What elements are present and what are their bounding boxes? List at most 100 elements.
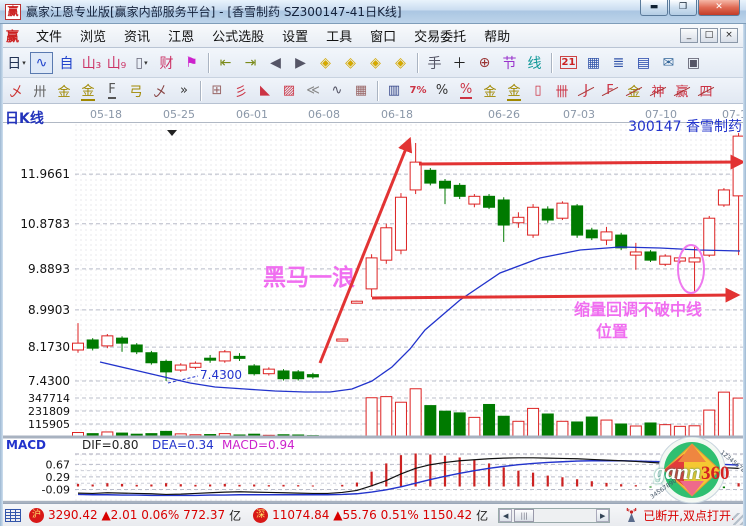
- lines-icon[interactable]: 线: [523, 52, 546, 74]
- volume-bar: [542, 414, 553, 437]
- calculator-icon[interactable]: ▦: [582, 52, 605, 74]
- seven-pct-icon[interactable]: 7%: [407, 81, 429, 100]
- candle-type-icon[interactable]: ▯▾: [130, 52, 153, 74]
- drawing-toolbar: 乄卅金金F弓乄»⊞彡◣▨≪∿▦▥7%%%金金▯卌JF金神赢四: [0, 78, 746, 104]
- price-axis-label: 7.4300: [28, 374, 70, 388]
- gold-lines-icon[interactable]: 金: [53, 81, 75, 100]
- macd-macd-value: MACD=0.94: [222, 438, 295, 452]
- percent-icon[interactable]: %: [431, 81, 453, 100]
- diamond-left-icon[interactable]: ◈: [314, 52, 337, 74]
- menu-item-交易委托[interactable]: 交易委托: [405, 28, 475, 47]
- volume-bar: [366, 398, 377, 437]
- x-axis-tick: 05-18: [90, 108, 122, 121]
- prev-stock-icon[interactable]: ◀: [264, 52, 287, 74]
- diamond-up-icon[interactable]: ◈: [339, 52, 362, 74]
- spiral-icon[interactable]: 弓: [125, 81, 147, 100]
- first-page-icon[interactable]: ⇤: [214, 52, 237, 74]
- gold-ring-icon[interactable]: 金: [479, 81, 501, 100]
- minimize-button[interactable]: ▬: [640, 0, 668, 16]
- gold-slash-icon[interactable]: 金: [623, 81, 645, 100]
- trend-window-icon[interactable]: ∿: [30, 52, 53, 74]
- volume-bar: [381, 397, 392, 437]
- crosshair-icon[interactable]: ＋: [448, 52, 471, 74]
- vol9-chart-icon[interactable]: 山₉: [105, 52, 128, 74]
- last-page-icon[interactable]: ⇥: [239, 52, 262, 74]
- gold-lines2-icon[interactable]: 金: [77, 81, 99, 100]
- volume-bar: [718, 392, 729, 437]
- status-bar: 沪 3290.42 ▲2.01 0.06% 772.37 亿 深 11074.8…: [0, 503, 746, 526]
- shen-tool-icon[interactable]: 神: [647, 81, 669, 100]
- color-flag-icon[interactable]: ⚑: [180, 52, 203, 74]
- box-tool-icon[interactable]: ⊞: [206, 81, 228, 100]
- close-button[interactable]: ✕: [698, 0, 740, 16]
- wave-red-icon[interactable]: 卌: [551, 81, 573, 100]
- macd-dea-value: DEA=0.34: [152, 438, 214, 452]
- gann-fan-icon[interactable]: 彡: [230, 81, 252, 100]
- scroll-left-icon[interactable]: ◀: [499, 509, 512, 522]
- gann-box-icon[interactable]: ▨: [278, 81, 300, 100]
- menu-item-文件[interactable]: 文件: [27, 28, 71, 47]
- angle-rays-icon[interactable]: ≪: [302, 81, 324, 100]
- kline-chart-area[interactable]: 05-1805-2506-0106-0806-1806-2607-0307-10…: [0, 104, 746, 503]
- volume-bar: [660, 425, 671, 437]
- candle: [175, 365, 186, 370]
- menu-item-设置[interactable]: 设置: [273, 28, 317, 47]
- title-bar: 赢 赢家江恩专业版[赢家内部服务平台] - [香雪制药 SZ300147-41日…: [0, 0, 746, 24]
- maximize-button[interactable]: ❒: [669, 0, 697, 16]
- percent-line-icon[interactable]: %: [455, 81, 477, 100]
- volume-bar: [395, 402, 406, 437]
- candle: [395, 197, 406, 250]
- logo-text-360: 360: [701, 463, 730, 484]
- quote-table-icon[interactable]: [5, 509, 21, 522]
- volume-bar: [645, 423, 656, 437]
- vol3-chart-icon[interactable]: 山₃: [80, 52, 103, 74]
- candle: [454, 185, 465, 196]
- scroll-thumb[interactable]: |||: [514, 509, 534, 522]
- hatchet-icon[interactable]: 乄: [5, 81, 27, 100]
- price-axis-label: 9.8893: [28, 262, 70, 276]
- next-stock-icon[interactable]: ▶: [289, 52, 312, 74]
- status-scrollbar[interactable]: ◀ ||| ▶: [498, 508, 610, 523]
- lucky-cat-icon[interactable]: 财: [155, 52, 178, 74]
- diamond-out-icon[interactable]: ◈: [389, 52, 412, 74]
- zoom-tool-icon[interactable]: ⊕: [473, 52, 496, 74]
- mdi-close-icon[interactable]: ×: [720, 28, 738, 43]
- f-lines-icon[interactable]: F: [101, 81, 123, 100]
- candle: [513, 217, 524, 222]
- f-line-icon[interactable]: F: [599, 81, 621, 100]
- more-chevron-icon[interactable]: »: [173, 81, 195, 100]
- mdi-restore-icon[interactable]: □: [700, 28, 718, 43]
- hatchet2-icon[interactable]: 乄: [149, 81, 171, 100]
- festival-icon[interactable]: 节: [498, 52, 521, 74]
- menu-item-窗口[interactable]: 窗口: [361, 28, 405, 47]
- gold-rule-icon[interactable]: 金: [503, 81, 525, 100]
- save-icon[interactable]: ▤: [632, 52, 655, 74]
- menu-item-浏览[interactable]: 浏览: [71, 28, 115, 47]
- gann-fan2-icon[interactable]: ◣: [254, 81, 276, 100]
- grid2-icon[interactable]: ▦: [350, 81, 372, 100]
- menu-item-资讯[interactable]: 资讯: [115, 28, 159, 47]
- notebook-icon[interactable]: ≣: [607, 52, 630, 74]
- candle-draw-icon[interactable]: ▯: [527, 81, 549, 100]
- win-tool-icon[interactable]: 赢: [671, 81, 693, 100]
- remote-pc-icon[interactable]: ▣: [682, 52, 705, 74]
- hand-tool-icon[interactable]: 手: [423, 52, 446, 74]
- f10-info-icon[interactable]: 自: [55, 52, 78, 74]
- four-tool-icon[interactable]: 四: [695, 81, 717, 100]
- menu-item-江恩[interactable]: 江恩: [159, 28, 203, 47]
- scroll-right-icon[interactable]: ▶: [596, 509, 609, 522]
- menu-item-帮助[interactable]: 帮助: [475, 28, 519, 47]
- wall-chart-icon[interactable]: ▥: [383, 81, 405, 100]
- mdi-minimize-icon[interactable]: _: [680, 28, 698, 43]
- wave-tool-icon[interactable]: ∿: [326, 81, 348, 100]
- kline-period-icon[interactable]: 日▾: [5, 52, 28, 74]
- calendar-icon[interactable]: 21: [557, 52, 580, 74]
- volume-bar: [454, 413, 465, 437]
- menu-item-公式选股[interactable]: 公式选股: [203, 28, 273, 47]
- volume-bar: [704, 410, 715, 437]
- web-mail-icon[interactable]: ✉: [657, 52, 680, 74]
- grid-lines-icon[interactable]: 卅: [29, 81, 51, 100]
- j-line-icon[interactable]: J: [575, 81, 597, 100]
- menu-item-工具[interactable]: 工具: [317, 28, 361, 47]
- diamond-right-icon[interactable]: ◈: [364, 52, 387, 74]
